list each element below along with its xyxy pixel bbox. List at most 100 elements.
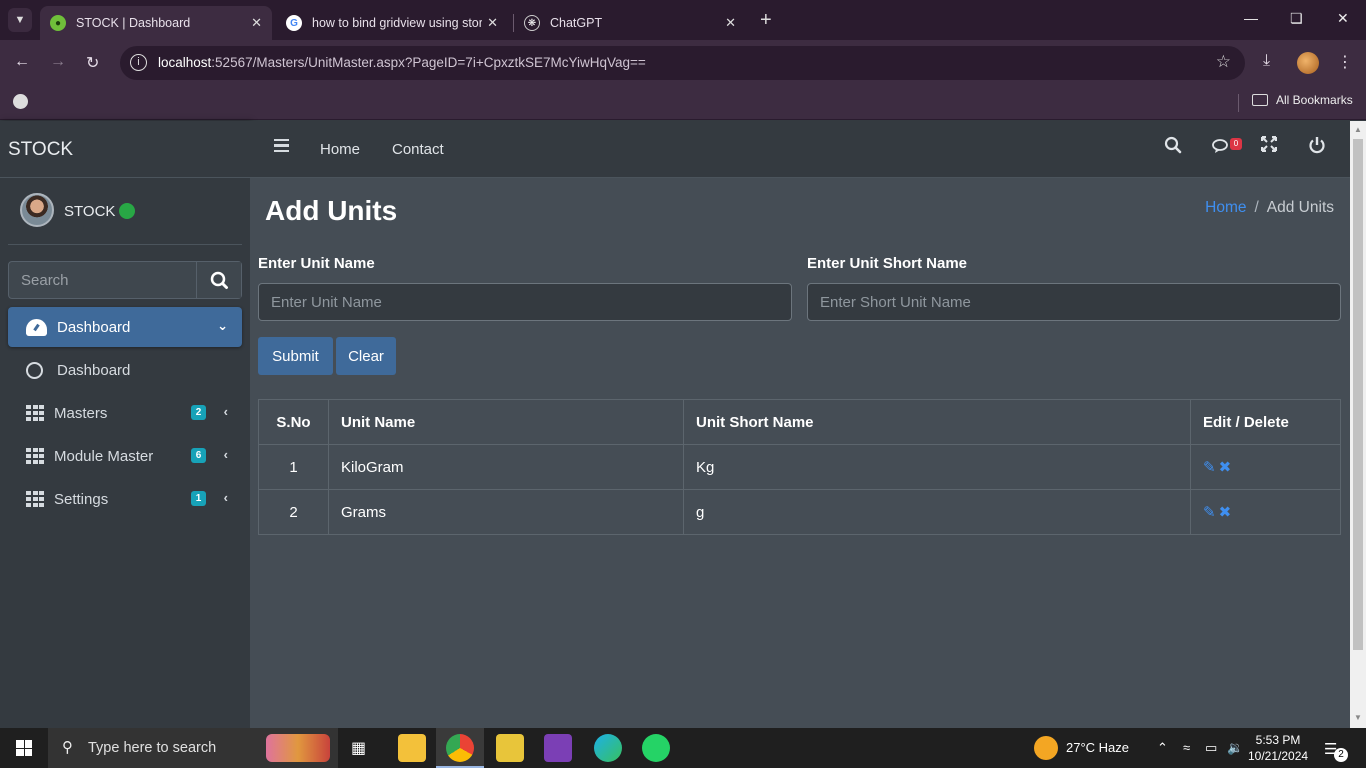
notification-count-badge: 2 — [1334, 748, 1348, 762]
scroll-up-icon[interactable]: ▲ — [1354, 125, 1362, 134]
taskbar-search[interactable]: ⚲ Type here to search — [48, 728, 338, 768]
unit-short-name-label: Enter Unit Short Name — [807, 255, 968, 272]
chevron-left-icon: ‹ — [223, 490, 228, 505]
delete-icon[interactable]: ✖ — [1219, 459, 1232, 476]
browser-toolbar: ← → ↻ i localhost:52567/Masters/UnitMast… — [0, 40, 1366, 86]
sidebar-search: Search — [8, 261, 242, 299]
visual-studio-icon[interactable] — [544, 734, 572, 762]
scroll-down-icon[interactable]: ▼ — [1354, 713, 1362, 722]
tab-chatgpt[interactable]: ❋ ChatGPT ✕ — [514, 6, 746, 40]
user-panel: STOCK — [8, 178, 242, 245]
edge-icon[interactable] — [594, 734, 622, 762]
tab-search-menu-button[interactable]: ▼ — [8, 8, 32, 32]
grid-icon — [26, 491, 44, 507]
avatar — [20, 193, 54, 227]
edit-icon[interactable]: ✎ — [1203, 459, 1216, 476]
table-row: 1 KiloGram Kg ✎ ✖ — [258, 444, 1341, 490]
task-view-icon[interactable]: ▦ — [351, 738, 366, 758]
windows-taskbar: ⚲ Type here to search ▦ 27°C Haze ⌃ ≈ ▭ … — [0, 728, 1366, 768]
grid-icon — [26, 448, 44, 464]
back-icon[interactable]: ← — [14, 53, 30, 71]
count-badge: 6 — [191, 448, 206, 463]
weather-text[interactable]: 27°C Haze — [1066, 740, 1129, 755]
sidebar-item-masters[interactable]: Masters 2 ‹ — [8, 393, 242, 433]
page-title: Add Units — [265, 195, 398, 226]
nav-home-link[interactable]: Home — [320, 141, 360, 158]
address-bar[interactable]: i localhost:52567/Masters/UnitMaster.asp… — [120, 46, 1245, 80]
reload-icon[interactable]: ↻ — [86, 53, 99, 73]
chatgpt-icon: ❋ — [524, 15, 540, 31]
clear-button[interactable]: Clear — [336, 337, 396, 375]
sidebar-item-dashboard[interactable]: Dashboard ⌄ — [8, 307, 242, 347]
weather-icon[interactable] — [1034, 736, 1058, 760]
site-info-icon[interactable]: i — [130, 54, 147, 71]
bookmarks-divider — [1238, 94, 1239, 112]
brand-logo[interactable]: STOCK — [0, 121, 250, 178]
fullscreen-icon[interactable] — [1260, 135, 1278, 157]
windows-start-icon[interactable] — [16, 740, 32, 756]
bookmarks-bar: All Bookmarks — [0, 86, 1366, 120]
unit-name-label: Enter Unit Name — [258, 255, 375, 272]
power-icon[interactable] — [1308, 136, 1326, 159]
search-highlight-image — [266, 734, 330, 762]
download-icon[interactable]: ⤓ — [1263, 52, 1270, 70]
comments-icon[interactable] — [1212, 138, 1232, 159]
edit-icon[interactable]: ✎ — [1203, 504, 1216, 521]
volume-icon[interactable]: 🔉 — [1227, 740, 1243, 756]
column-header-edit-delete: Edit / Delete — [1190, 399, 1341, 445]
page-scrollbar[interactable]: ▲ ▼ — [1350, 121, 1366, 728]
more-menu-icon[interactable]: ⋮ — [1337, 52, 1353, 72]
units-table: S.No Unit Name Unit Short Name Edit / De… — [258, 399, 1341, 535]
battery-icon[interactable]: ▭ — [1205, 740, 1217, 756]
sidebar-search-input[interactable]: Search — [21, 272, 69, 289]
close-tab-icon[interactable]: ✕ — [725, 15, 736, 31]
breadcrumb-home-link[interactable]: Home — [1205, 199, 1246, 216]
cell-actions: ✎ ✖ — [1190, 489, 1341, 535]
minimize-icon[interactable]: — — [1244, 10, 1258, 26]
chevron-up-icon[interactable]: ⌃ — [1157, 740, 1168, 756]
globe-icon[interactable] — [13, 94, 28, 109]
count-badge: 1 — [191, 491, 206, 506]
delete-icon[interactable]: ✖ — [1219, 504, 1232, 521]
sidebar-subitem-dashboard[interactable]: Dashboard — [8, 350, 242, 390]
forward-icon[interactable]: → — [50, 53, 66, 71]
sidebar-search-button[interactable] — [196, 262, 241, 298]
tab-favicon-icon: ● — [50, 15, 66, 31]
restore-icon[interactable]: ❏ — [1290, 10, 1303, 27]
submit-button[interactable]: Submit — [258, 337, 333, 375]
nav-contact-link[interactable]: Contact — [392, 141, 444, 158]
table-row: 2 Grams g ✎ ✖ — [258, 489, 1341, 535]
search-icon — [210, 271, 228, 289]
user-name[interactable]: STOCK — [64, 203, 115, 220]
new-tab-icon[interactable]: + — [760, 9, 772, 32]
breadcrumb: Home / Add Units — [1205, 199, 1334, 217]
close-tab-icon[interactable]: ✕ — [251, 15, 262, 31]
window-close-icon[interactable]: ✕ — [1337, 10, 1349, 27]
chrome-icon[interactable] — [446, 734, 474, 762]
hamburger-menu-icon[interactable] — [274, 139, 289, 152]
file-explorer-icon[interactable] — [398, 734, 426, 762]
tab-stock-dashboard[interactable]: ● STOCK | Dashboard ✕ — [40, 6, 272, 40]
whatsapp-icon[interactable] — [642, 734, 670, 762]
notification-badge: 0 — [1230, 138, 1242, 150]
taskbar-clock[interactable]: 5:53 PM 10/21/2024 — [1248, 732, 1308, 764]
unit-name-input[interactable] — [258, 283, 792, 321]
all-bookmarks-button[interactable]: All Bookmarks — [1252, 93, 1353, 107]
scrollbar-thumb[interactable] — [1353, 139, 1363, 650]
profile-avatar-icon[interactable] — [1297, 52, 1319, 74]
close-tab-icon[interactable]: ✕ — [487, 15, 498, 31]
sidebar-item-module-master[interactable]: Module Master 6 ‹ — [8, 436, 242, 476]
wifi-icon[interactable]: ≈ — [1183, 740, 1190, 755]
tab-gridview-search[interactable]: G how to bind gridview using stor ✕ — [276, 6, 508, 40]
sidebar-menu: Dashboard ⌄ Dashboard Masters 2 ‹ Module… — [8, 307, 242, 522]
google-icon: G — [286, 15, 302, 31]
bookmark-star-icon[interactable]: ☆ — [1216, 52, 1231, 72]
url-text[interactable]: localhost:52567/Masters/UnitMaster.aspx?… — [158, 55, 646, 70]
online-status-icon — [119, 203, 135, 219]
unit-short-name-input[interactable] — [807, 283, 1341, 321]
app-icon[interactable] — [496, 734, 524, 762]
cell-sno: 1 — [258, 444, 329, 490]
search-icon[interactable] — [1164, 136, 1182, 159]
grid-icon — [26, 405, 44, 421]
sidebar-item-settings[interactable]: Settings 1 ‹ — [8, 479, 242, 519]
